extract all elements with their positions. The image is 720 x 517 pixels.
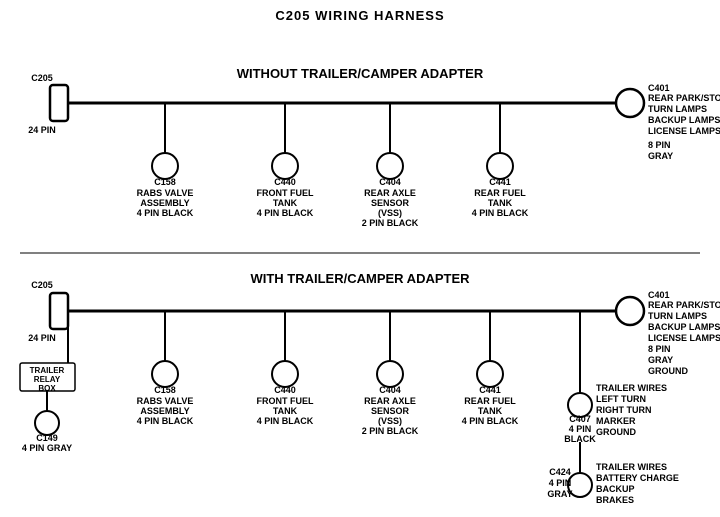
svg-text:WITHOUT TRAILER/CAMPER ADAPT: WITHOUT TRAILER/CAMPER ADAPTER — [237, 66, 484, 81]
svg-text:4 PIN BLACK: 4 PIN BLACK — [472, 208, 529, 218]
svg-text:8 PIN: 8 PIN — [648, 140, 671, 150]
svg-text:LICENSE LAMPS: LICENSE LAMPS — [648, 126, 720, 136]
svg-text:BACKUP LAMPS: BACKUP LAMPS — [648, 322, 720, 332]
svg-text:C158: C158 — [154, 177, 176, 187]
svg-text:C441: C441 — [479, 385, 501, 395]
svg-text:RELAY: RELAY — [34, 375, 61, 384]
svg-text:FRONT FUEL: FRONT FUEL — [257, 188, 314, 198]
svg-text:4 PIN BLACK: 4 PIN BLACK — [137, 416, 194, 426]
svg-text:BACKUP LAMPS: BACKUP LAMPS — [648, 115, 720, 125]
svg-text:REAR PARK/STOP: REAR PARK/STOP — [648, 300, 720, 310]
svg-text:TRAILER WIRES: TRAILER WIRES — [596, 462, 667, 472]
svg-text:GRAY: GRAY — [547, 489, 572, 499]
svg-text:BATTERY CHARGE: BATTERY CHARGE — [596, 473, 679, 483]
svg-text:MARKER: MARKER — [596, 416, 636, 426]
svg-text:C404: C404 — [379, 385, 401, 395]
svg-text:TANK: TANK — [273, 406, 298, 416]
svg-text:TANK: TANK — [273, 198, 298, 208]
svg-text:FRONT FUEL: FRONT FUEL — [257, 396, 314, 406]
svg-text:(VSS): (VSS) — [378, 208, 402, 218]
svg-text:RIGHT TURN: RIGHT TURN — [596, 405, 652, 415]
svg-text:C149: C149 — [36, 433, 58, 443]
svg-text:24 PIN: 24 PIN — [28, 125, 56, 135]
svg-text:TURN LAMPS: TURN LAMPS — [648, 311, 707, 321]
svg-text:REAR FUEL: REAR FUEL — [474, 188, 526, 198]
svg-text:TANK: TANK — [488, 198, 513, 208]
svg-text:4 PIN BLACK: 4 PIN BLACK — [462, 416, 519, 426]
svg-text:4 PIN BLACK: 4 PIN BLACK — [257, 208, 314, 218]
svg-text:SENSOR: SENSOR — [371, 406, 410, 416]
svg-text:GRAY: GRAY — [648, 355, 673, 365]
svg-text:BACKUP: BACKUP — [596, 484, 635, 494]
svg-text:TURN LAMPS: TURN LAMPS — [648, 104, 707, 114]
svg-text:REAR AXLE: REAR AXLE — [364, 396, 416, 406]
svg-text:GROUND: GROUND — [596, 427, 636, 437]
wiring-diagram: WITHOUT TRAILER/CAMPER ADAPTER C205 24 P… — [0, 23, 720, 513]
svg-text:4 PIN: 4 PIN — [569, 424, 592, 434]
page-title: C205 WIRING HARNESS — [0, 0, 720, 23]
svg-text:REAR FUEL: REAR FUEL — [464, 396, 516, 406]
svg-text:C158: C158 — [154, 385, 176, 395]
svg-text:C205: C205 — [31, 280, 53, 290]
svg-text:4 PIN BLACK: 4 PIN BLACK — [257, 416, 314, 426]
svg-text:24 PIN: 24 PIN — [28, 333, 56, 343]
svg-text:C424: C424 — [549, 467, 571, 477]
svg-text:C401: C401 — [648, 83, 670, 93]
svg-text:WITH TRAILER/CAMPER ADAPTER: WITH TRAILER/CAMPER ADAPTER — [250, 271, 470, 286]
svg-text:C401: C401 — [648, 290, 670, 300]
svg-text:REAR AXLE: REAR AXLE — [364, 188, 416, 198]
svg-text:C407: C407 — [569, 414, 591, 424]
svg-text:2 PIN BLACK: 2 PIN BLACK — [362, 218, 419, 228]
svg-text:GROUND: GROUND — [648, 366, 688, 376]
svg-text:TRAILER: TRAILER — [30, 366, 65, 375]
svg-text:4 PIN BLACK: 4 PIN BLACK — [137, 208, 194, 218]
svg-text:(VSS): (VSS) — [378, 416, 402, 426]
svg-text:C440: C440 — [274, 177, 296, 187]
svg-text:TANK: TANK — [478, 406, 503, 416]
svg-text:LICENSE LAMPS: LICENSE LAMPS — [648, 333, 720, 343]
svg-text:4 PIN: 4 PIN — [549, 478, 572, 488]
svg-text:SENSOR: SENSOR — [371, 198, 410, 208]
svg-text:REAR PARK/STOP: REAR PARK/STOP — [648, 93, 720, 103]
svg-text:ASSEMBLY: ASSEMBLY — [140, 198, 189, 208]
svg-text:GRAY: GRAY — [648, 151, 673, 161]
svg-text:4 PIN GRAY: 4 PIN GRAY — [22, 443, 72, 453]
svg-text:ASSEMBLY: ASSEMBLY — [140, 406, 189, 416]
svg-text:TRAILER WIRES: TRAILER WIRES — [596, 383, 667, 393]
svg-text:C205: C205 — [31, 73, 53, 83]
svg-text:C440: C440 — [274, 385, 296, 395]
svg-text:RABS VALVE: RABS VALVE — [137, 396, 194, 406]
svg-text:C441: C441 — [489, 177, 511, 187]
svg-text:RABS VALVE: RABS VALVE — [137, 188, 194, 198]
svg-text:8 PIN: 8 PIN — [648, 344, 671, 354]
svg-text:C404: C404 — [379, 177, 401, 187]
svg-text:BRAKES: BRAKES — [596, 495, 634, 505]
svg-text:2 PIN BLACK: 2 PIN BLACK — [362, 426, 419, 436]
svg-text:LEFT TURN: LEFT TURN — [596, 394, 646, 404]
